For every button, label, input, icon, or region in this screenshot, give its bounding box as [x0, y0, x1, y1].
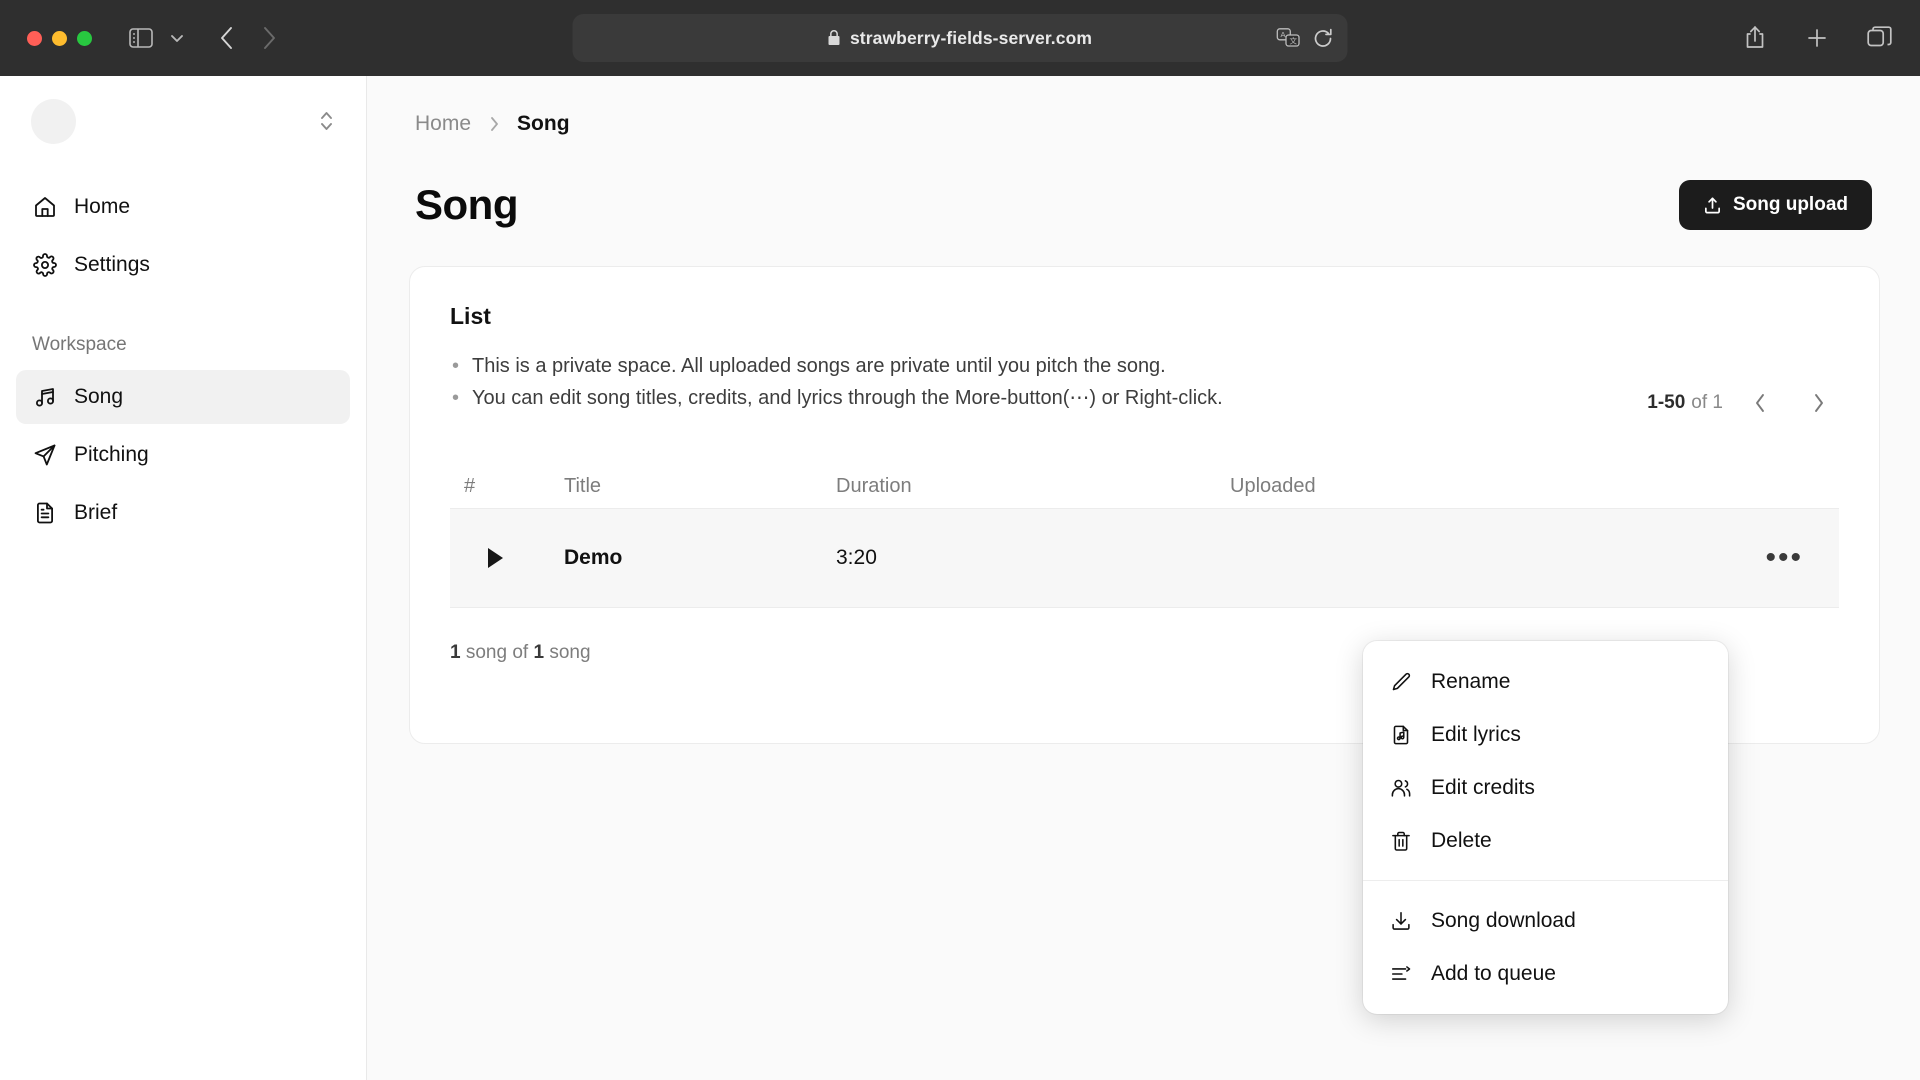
- music-note-icon: [32, 384, 58, 410]
- app-root: Home Settings Workspace Song Pitching Br…: [0, 76, 1920, 1080]
- tabs-overview-icon[interactable]: [1862, 21, 1896, 55]
- chevron-up-down-icon[interactable]: [318, 108, 335, 134]
- avatar: [31, 98, 76, 144]
- context-menu-divider: [1363, 880, 1728, 881]
- table-header-duration: Duration: [836, 474, 912, 497]
- page-header: Song Song upload: [407, 180, 1880, 230]
- pencil-icon: [1389, 670, 1413, 694]
- svg-text:文: 文: [1290, 36, 1298, 46]
- translate-icon[interactable]: A 文: [1276, 28, 1301, 48]
- maximize-window-button[interactable]: [77, 30, 92, 46]
- card-bullet: This is a private space. All uploaded so…: [450, 350, 1223, 382]
- context-menu-item-edit-credits[interactable]: Edit credits: [1363, 761, 1728, 814]
- table-header-number: #: [464, 474, 476, 497]
- table-header-uploaded: Uploaded: [1230, 474, 1316, 497]
- breadcrumb: Home Song: [407, 76, 1880, 172]
- lock-icon: [828, 30, 841, 46]
- context-menu-label: Delete: [1431, 828, 1492, 852]
- main-content: Home Song Song Song upload List • This i…: [367, 76, 1920, 1080]
- play-button-cell[interactable]: [464, 548, 564, 568]
- sidebar-item-label: Brief: [74, 501, 118, 524]
- sidebar-item-label: Song: [74, 385, 124, 408]
- plus-icon[interactable]: [1800, 21, 1834, 55]
- browser-back-button[interactable]: [210, 21, 244, 55]
- address-bar[interactable]: strawberry-fields-server.com A 文: [572, 14, 1348, 62]
- context-menu-label: Edit credits: [1431, 775, 1535, 799]
- window-traffic-lights: [27, 30, 92, 46]
- reload-icon[interactable]: [1313, 28, 1334, 49]
- song-upload-label: Song upload: [1732, 194, 1848, 215]
- browser-forward-button[interactable]: [252, 21, 286, 55]
- pagination-next-button[interactable]: [1797, 382, 1839, 424]
- sidebar-item-pitching[interactable]: Pitching: [16, 428, 350, 482]
- sidebar-item-label: Settings: [74, 253, 150, 276]
- context-menu-item-add-to-queue[interactable]: Add to queue: [1363, 947, 1728, 1000]
- pagination-prev-button[interactable]: [1739, 382, 1781, 424]
- more-horizontal-icon[interactable]: •••: [1765, 543, 1803, 573]
- sidebar-item-label: Home: [74, 195, 131, 218]
- sidebar-item-song[interactable]: Song: [16, 370, 350, 424]
- sidebar-item-label: Pitching: [74, 443, 149, 466]
- context-menu-label: Rename: [1431, 669, 1511, 693]
- sidebar-item-brief[interactable]: Brief: [16, 486, 350, 540]
- row-context-menu: Rename Edit lyrics Edit credits Delete S…: [1363, 641, 1728, 1014]
- sidebar-item-settings[interactable]: Settings: [16, 238, 350, 292]
- cell-duration: 3:20: [836, 546, 877, 569]
- gear-icon: [32, 252, 58, 278]
- song-upload-button[interactable]: Song upload: [1678, 180, 1872, 230]
- play-icon[interactable]: [488, 548, 503, 568]
- chevron-down-icon[interactable]: [160, 21, 194, 55]
- close-window-button[interactable]: [27, 30, 42, 46]
- sidebar-nav: Home Settings Workspace Song Pitching Br…: [16, 166, 350, 540]
- footer-total: 1: [533, 642, 545, 663]
- upload-icon: [1703, 196, 1722, 215]
- card-bullet: You can edit song titles, credits, and l…: [450, 382, 1223, 414]
- users-icon: [1389, 776, 1413, 800]
- card-title: List: [450, 303, 491, 329]
- context-menu-item-delete[interactable]: Delete: [1363, 814, 1728, 867]
- table-row[interactable]: Demo 3:20 •••: [450, 508, 1839, 608]
- paper-plane-icon: [32, 442, 58, 468]
- song-table: # Title Duration Uploaded Demo 3:20 •••: [450, 464, 1839, 608]
- table-header-title: Title: [564, 474, 602, 497]
- footer-count: 1: [450, 642, 461, 663]
- table-header-row: # Title Duration Uploaded: [450, 464, 1839, 508]
- context-menu-item-rename[interactable]: Rename: [1363, 655, 1728, 708]
- document-icon: [32, 500, 58, 526]
- sidebar-section-label: Workspace: [32, 334, 127, 355]
- card-bullet-list: This is a private space. All uploaded so…: [450, 350, 1223, 414]
- sidebar-toggle-icon[interactable]: [124, 21, 158, 55]
- svg-text:A: A: [1281, 30, 1286, 39]
- breadcrumb-home[interactable]: Home: [415, 112, 471, 136]
- pagination-total: of 1: [1691, 392, 1723, 413]
- footer-suffix: song: [544, 642, 591, 663]
- sidebar: Home Settings Workspace Song Pitching Br…: [0, 76, 367, 1080]
- browser-toolbar: strawberry-fields-server.com A 文: [0, 0, 1920, 76]
- download-icon: [1389, 909, 1413, 933]
- trash-icon: [1389, 829, 1413, 853]
- cell-title: Demo: [564, 546, 623, 569]
- page-title: Song: [415, 181, 518, 228]
- context-menu-label: Edit lyrics: [1431, 722, 1521, 746]
- workspace-switcher[interactable]: [16, 76, 350, 166]
- context-menu-item-song-download[interactable]: Song download: [1363, 894, 1728, 947]
- share-icon[interactable]: [1738, 21, 1772, 55]
- music-file-icon: [1389, 723, 1413, 747]
- queue-icon: [1389, 962, 1413, 986]
- footer-mid: song of: [460, 642, 534, 663]
- context-menu-item-edit-lyrics[interactable]: Edit lyrics: [1363, 708, 1728, 761]
- breadcrumb-current: Song: [517, 112, 570, 135]
- url-text: strawberry-fields-server.com: [849, 27, 1093, 48]
- context-menu-label: Song download: [1431, 908, 1576, 932]
- context-menu-label: Add to queue: [1431, 961, 1556, 985]
- home-icon: [32, 194, 58, 220]
- pagination-range: 1-50: [1647, 392, 1686, 413]
- pagination: 1-50 of 1: [1647, 382, 1839, 424]
- minimize-window-button[interactable]: [52, 30, 67, 46]
- sidebar-item-home[interactable]: Home: [16, 180, 350, 234]
- chevron-right-icon: [487, 115, 501, 133]
